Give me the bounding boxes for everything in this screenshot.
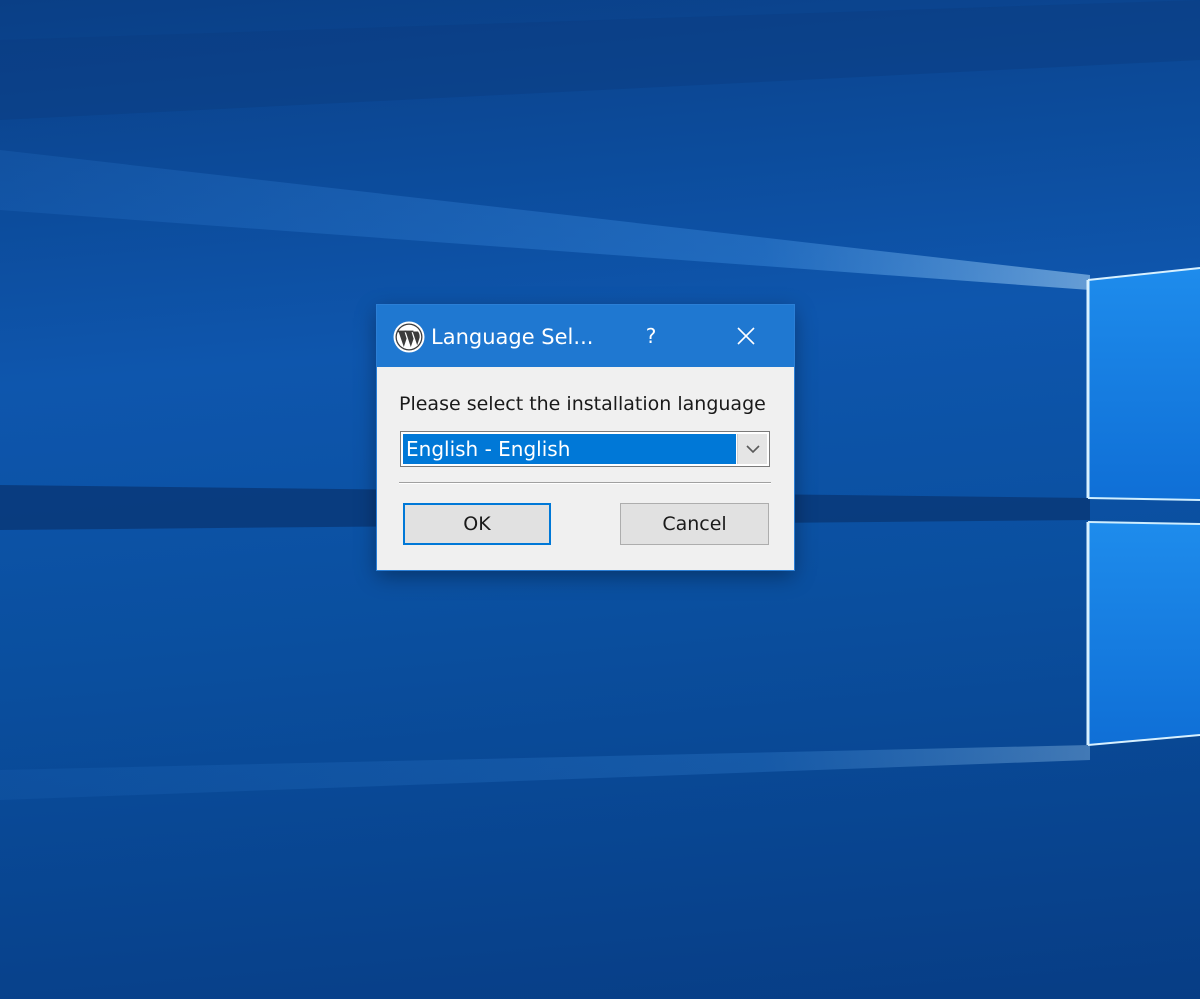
language-selection-dialog: Language Sel... ? Please select the inst… xyxy=(377,305,794,570)
wordpress-logo-icon xyxy=(393,321,425,353)
dialog-titlebar[interactable]: Language Sel... ? xyxy=(377,305,794,367)
ok-button[interactable]: OK xyxy=(403,503,551,545)
language-dropdown[interactable]: English - English xyxy=(400,431,770,467)
dropdown-arrow-button[interactable] xyxy=(737,434,767,464)
dialog-separator xyxy=(399,482,771,484)
help-button[interactable]: ? xyxy=(627,315,675,357)
language-prompt-label: Please select the installation language xyxy=(399,393,766,415)
close-button[interactable] xyxy=(722,315,770,357)
dialog-title: Language Sel... xyxy=(431,325,594,349)
cancel-button[interactable]: Cancel xyxy=(620,503,769,545)
language-dropdown-value[interactable]: English - English xyxy=(403,434,736,464)
close-icon xyxy=(737,327,755,345)
chevron-down-icon xyxy=(746,445,760,454)
